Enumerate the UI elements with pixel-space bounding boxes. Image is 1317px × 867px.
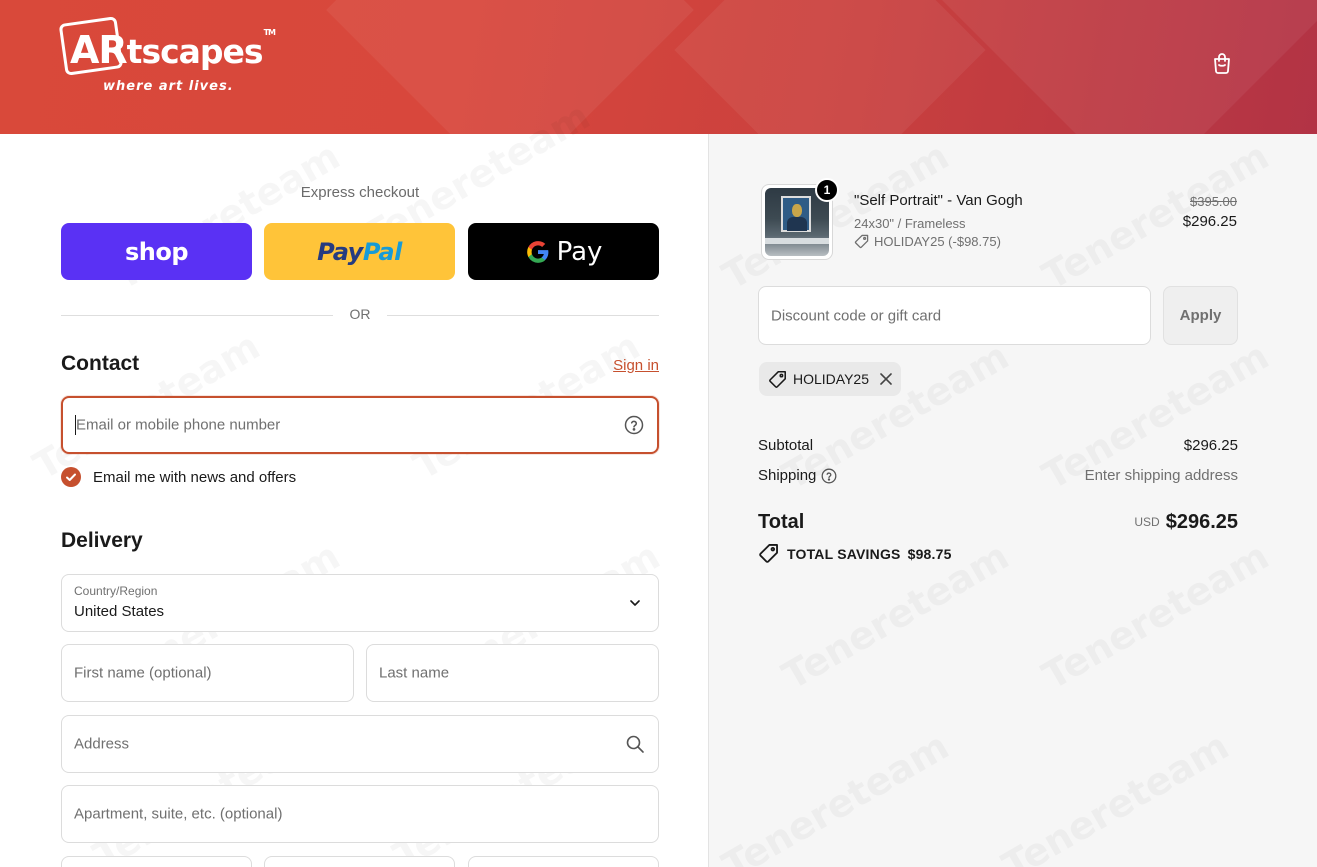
header-decoration [942, 0, 1317, 134]
or-divider: OR [61, 306, 659, 322]
product-title: "Self Portrait" - Van Gogh [854, 192, 1023, 209]
discount-placeholder: Discount code or gift card [771, 307, 942, 324]
close-icon [880, 373, 892, 385]
zip-field[interactable] [468, 856, 659, 867]
artscapes-logo[interactable]: ARtscapesTM where art lives. [58, 14, 280, 104]
header-decoration [674, 0, 986, 134]
remove-code-button[interactable] [879, 372, 893, 386]
or-label: OR [349, 306, 371, 322]
total-label: Total [758, 511, 805, 533]
savings-label: TOTAL SAVINGS [787, 545, 901, 562]
last-name-field[interactable]: Last name [366, 644, 659, 702]
quantity-badge: 1 [815, 178, 839, 202]
shipping-label: Shipping [758, 467, 817, 484]
shop-pay-logo: shop [124, 237, 189, 266]
country-value: United States [74, 603, 165, 620]
express-checkout-label: Express checkout [300, 184, 420, 201]
shipping-row-label: Shipping [758, 467, 837, 484]
google-pay-button[interactable]: Pay [468, 223, 659, 280]
painting-coat [787, 217, 807, 231]
country-label: Country/Region [74, 584, 158, 598]
tag-icon [758, 543, 779, 564]
email-field[interactable]: Email or mobile phone number [61, 396, 659, 454]
subtotal-label: Subtotal [758, 437, 814, 454]
item-price: $296.25 [1182, 213, 1237, 230]
chevron-down-icon [630, 600, 640, 606]
newsletter-checkbox[interactable] [61, 467, 81, 487]
total-value: $296.25 [1165, 511, 1238, 533]
painting-face [792, 204, 802, 217]
search-icon [626, 735, 644, 753]
watermark: Tenereteam [715, 724, 956, 867]
state-field[interactable] [264, 856, 455, 867]
product-discount-text: HOLIDAY25 (-$98.75) [874, 234, 1001, 249]
address-field[interactable]: Address [61, 715, 659, 773]
total-amount: USD $296.25 [989, 511, 1238, 534]
city-field[interactable] [61, 856, 252, 867]
product-discount: HOLIDAY25 (-$98.75) [854, 234, 1001, 249]
country-select[interactable]: Country/Region United States [61, 574, 659, 632]
paypal-button[interactable]: PayPal [264, 223, 455, 280]
logo-wordmark: ARtscapesTM [70, 28, 276, 72]
applied-code-label: HOLIDAY25 [793, 371, 869, 387]
email-placeholder: Email or mobile phone number [76, 416, 281, 434]
product-variant: 24x30" / Frameless [854, 216, 966, 231]
google-pay-label: Pay [556, 236, 603, 267]
apartment-placeholder: Apartment, suite, etc. (optional) [74, 805, 283, 823]
divider-line [387, 315, 659, 316]
newsletter-label: Email me with news and offers [93, 468, 297, 486]
subtotal-value: $296.25 [1183, 437, 1238, 454]
paypal-logo: PayPal [317, 237, 402, 266]
newsletter-option: Email me with news and offers [61, 466, 296, 488]
tag-icon [768, 370, 787, 389]
discount-code-input[interactable]: Discount code or gift card [758, 286, 1151, 345]
checkout-form-column: Tenereteam Tenereteam Tenereteam Teneret… [0, 134, 708, 867]
original-price: $395.00 [1190, 194, 1237, 209]
checkmark-icon [66, 473, 76, 481]
currency-code: USD [1134, 515, 1160, 529]
address-placeholder: Address [74, 735, 130, 753]
tag-icon [854, 234, 869, 249]
delivery-title: Delivery [61, 529, 143, 552]
last-name-placeholder: Last name [379, 664, 450, 682]
savings-value: $98.75 [907, 545, 952, 562]
shopping-bag-icon [1214, 53, 1230, 74]
contact-title: Contact [61, 352, 140, 375]
table-image [765, 238, 829, 244]
sign-in-link[interactable]: Sign in [600, 357, 659, 374]
total-savings: TOTAL SAVINGS $98.75 [758, 543, 952, 564]
dropdown-toggle [624, 592, 646, 614]
site-header: ARtscapesTM where art lives. [0, 0, 1317, 134]
help-button[interactable] [623, 414, 645, 436]
applied-code-chip: HOLIDAY25 [759, 362, 901, 396]
google-g-icon [526, 240, 548, 263]
header-decoration [326, 0, 694, 134]
divider-line [61, 315, 333, 316]
apartment-field[interactable]: Apartment, suite, etc. (optional) [61, 785, 659, 843]
order-summary-column: Tenereteam Tenereteam Tenereteam Teneret… [708, 134, 1317, 867]
shop-pay-button[interactable]: shop [61, 223, 252, 280]
shipping-value: Enter shipping address [1084, 467, 1238, 484]
address-search-button[interactable] [624, 733, 646, 755]
question-circle-icon [821, 468, 837, 483]
first-name-field[interactable]: First name (optional) [61, 644, 354, 702]
watermark: Tenereteam [1035, 534, 1276, 699]
logo-tagline: where art lives. [103, 79, 234, 94]
cart-button[interactable] [1207, 48, 1237, 78]
first-name-placeholder: First name (optional) [74, 664, 212, 682]
apply-discount-button[interactable]: Apply [1163, 286, 1238, 345]
painting-image [781, 196, 811, 232]
question-circle-icon [624, 415, 644, 435]
watermark: Tenereteam [995, 724, 1236, 867]
shipping-info-button[interactable] [821, 468, 837, 484]
